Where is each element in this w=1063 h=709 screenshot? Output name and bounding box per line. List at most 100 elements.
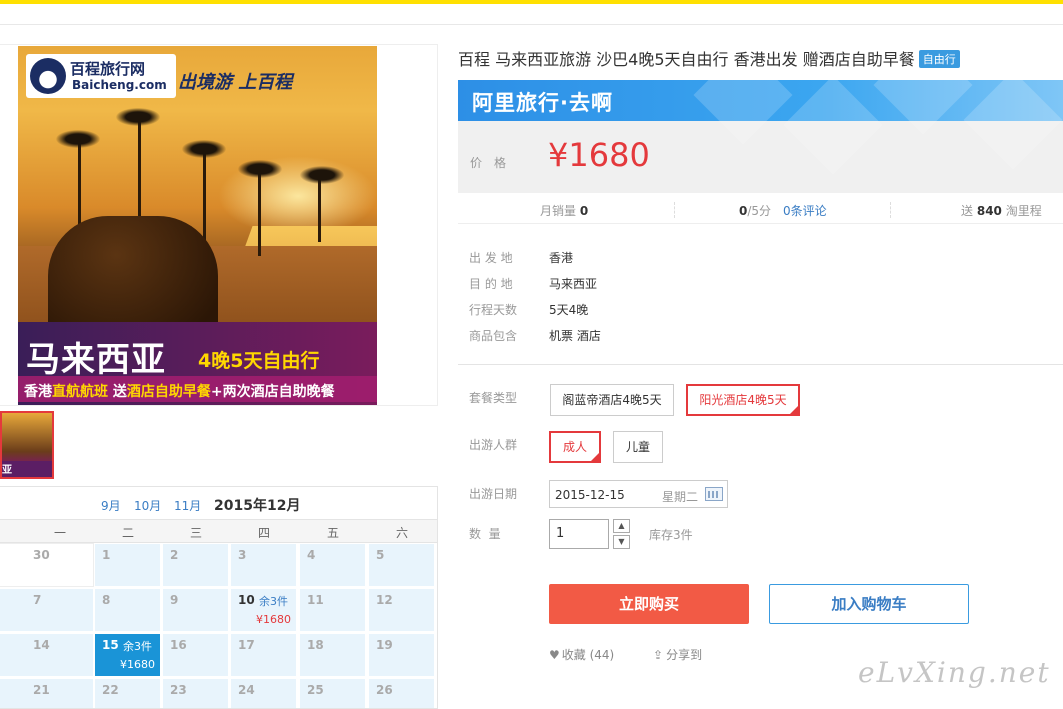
weekday-label: 三 <box>189 526 202 540</box>
quantity-down-icon[interactable]: ▼ <box>613 535 630 549</box>
calendar-day[interactable]: 5 <box>368 543 435 587</box>
day-number: 4 <box>307 548 316 562</box>
slogan: 出境游 上百程 <box>178 72 293 93</box>
calendar-day[interactable]: 25 <box>299 678 366 708</box>
day-number: 3 <box>238 548 247 562</box>
calendar-icon[interactable] <box>705 487 723 501</box>
quantity-input[interactable]: 1 <box>549 519 609 549</box>
day-number: 24 <box>238 683 255 697</box>
package-option-sunshine[interactable]: 阳光酒店4晚5天 <box>686 384 800 416</box>
favorite-button[interactable]: ♥ 收藏 (44) <box>549 646 614 663</box>
people-option-child[interactable]: 儿童 <box>613 431 663 463</box>
calendar-day[interactable]: 10 余3件 ¥1680 <box>230 588 297 632</box>
people-label: 出游人群 <box>469 438 518 452</box>
section-divider <box>458 364 1063 365</box>
buy-now-button[interactable]: 立即购买 <box>549 584 749 624</box>
calendar-day[interactable]: 30 <box>0 543 94 587</box>
calendar-day[interactable]: 8 <box>94 588 161 632</box>
calendar-day[interactable]: 19 <box>368 633 435 677</box>
day-number: 25 <box>307 683 324 697</box>
calendar-day[interactable]: 11 <box>299 588 366 632</box>
calendar-header: 9月 10月 11月 2015年12月 <box>0 487 437 519</box>
attr-key: 出 发 地 <box>469 251 513 265</box>
add-to-cart-button[interactable]: 加入购物车 <box>769 584 969 624</box>
day-number: 12 <box>376 593 393 607</box>
calendar-day[interactable]: 12 <box>368 588 435 632</box>
travel-date-picker[interactable]: 2015-12-15 星期二 <box>549 480 728 508</box>
weekday-label: 二 <box>121 526 134 540</box>
share-button[interactable]: ⇪ 分享到 <box>653 646 702 663</box>
month-tab-oct[interactable]: 10月 <box>134 497 161 514</box>
calendar-day[interactable]: 1 <box>94 543 161 587</box>
day-number: 23 <box>170 683 187 697</box>
penguin-logo-icon <box>30 58 66 94</box>
calendar-day[interactable]: 17 <box>230 633 297 677</box>
banner-title: 马来西亚 <box>26 340 166 380</box>
banner-offer-line: 香港直航航班 送酒店自助早餐+两次酒店自助晚餐 <box>24 384 335 400</box>
day-number: 5 <box>376 548 385 562</box>
month-tab-sep[interactable]: 9月 <box>101 497 121 514</box>
calendar-day[interactable]: 21 <box>0 678 94 708</box>
product-thumbnail[interactable]: 亚 <box>0 411 54 479</box>
calendar-day[interactable]: 24 <box>230 678 297 708</box>
day-number: 17 <box>238 638 255 652</box>
month-tab-nov[interactable]: 11月 <box>174 497 201 514</box>
header-divider <box>0 24 1063 25</box>
day-number: 1 <box>102 548 111 562</box>
attr-value: 机票 酒店 <box>549 329 601 343</box>
attr-value: 5天4晚 <box>549 303 589 317</box>
monthly-sales: 月销量 0 <box>540 204 589 218</box>
day-number: 10 <box>238 593 255 607</box>
weekday-label: 一 <box>53 526 66 540</box>
banner-subtitle: 4晚5天自由行 <box>198 350 320 372</box>
calendar-day[interactable]: 14 <box>0 633 94 677</box>
date-value: 2015-12-15 <box>555 488 625 502</box>
weekday-label: 四 <box>257 526 270 540</box>
day-stock: 余3件 <box>259 595 288 608</box>
calendar-day[interactable]: 7 <box>0 588 94 632</box>
day-number: 18 <box>307 638 324 652</box>
calendar-day[interactable]: 2 <box>162 543 229 587</box>
calendar-day[interactable]: 4 <box>299 543 366 587</box>
quantity-up-icon[interactable]: ▲ <box>613 519 630 533</box>
package-label: 套餐类型 <box>469 391 518 405</box>
rating: 0/5分 <box>739 204 772 218</box>
price-label: 价格 <box>470 156 519 170</box>
quantity-label: 数 量 <box>469 527 501 541</box>
calendar-day[interactable]: 26 <box>368 678 435 708</box>
calendar-day[interactable]: 22 <box>94 678 161 708</box>
day-number: 11 <box>307 593 324 607</box>
day-number: 2 <box>170 548 179 562</box>
day-stock: 余3件 <box>123 640 152 653</box>
baicheng-logo: 百程旅行网 Baicheng.com <box>26 54 176 98</box>
calendar-day[interactable]: 18 <box>299 633 366 677</box>
day-number: 22 <box>102 683 119 697</box>
weekday-label: 五 <box>326 526 339 540</box>
heart-icon: ♥ <box>549 648 560 662</box>
people-option-adult[interactable]: 成人 <box>549 431 601 463</box>
day-price: ¥1680 <box>120 658 155 671</box>
day-number: 26 <box>376 683 393 697</box>
calendar-day[interactable]: 3 <box>230 543 297 587</box>
day-number: 9 <box>170 593 179 607</box>
calendar-day[interactable]: 9 <box>162 588 229 632</box>
free-travel-tag: 自由行 <box>918 50 960 68</box>
stock-info: 库存3件 <box>649 528 693 542</box>
day-number: 7 <box>33 593 42 607</box>
calendar-day[interactable]: 16 <box>162 633 229 677</box>
reviews-link[interactable]: 0条评论 <box>783 202 827 219</box>
day-number: 14 <box>33 638 50 652</box>
day-number: 30 <box>33 548 50 562</box>
alitrip-banner: 阿里旅行·去啊 <box>458 80 1063 175</box>
promo-banner: 马来西亚 4晚5天自由行 香港直航航班 送酒店自助早餐+两次酒店自助晚餐 <box>18 322 377 405</box>
product-title: 百程 马来西亚旅游 沙巴4晚5天自由行 香港出发 赠酒店自助早餐 自由行 <box>458 46 960 70</box>
points-reward: 送 840 淘里程 <box>961 204 1042 218</box>
day-number: 16 <box>170 638 187 652</box>
product-main-image[interactable]: 百程旅行网 Baicheng.com 出境游 上百程 马来西亚 4晚5天自由行 … <box>18 46 377 405</box>
site-watermark: eLvXing.net <box>858 656 1051 689</box>
attr-key: 行程天数 <box>469 303 518 317</box>
weekday-label: 六 <box>395 526 408 540</box>
calendar-day-selected[interactable]: 15 余3件 ¥1680 <box>94 633 161 677</box>
package-option-gelandi[interactable]: 阁蓝帝酒店4晚5天 <box>550 384 674 416</box>
calendar-day[interactable]: 23 <box>162 678 229 708</box>
